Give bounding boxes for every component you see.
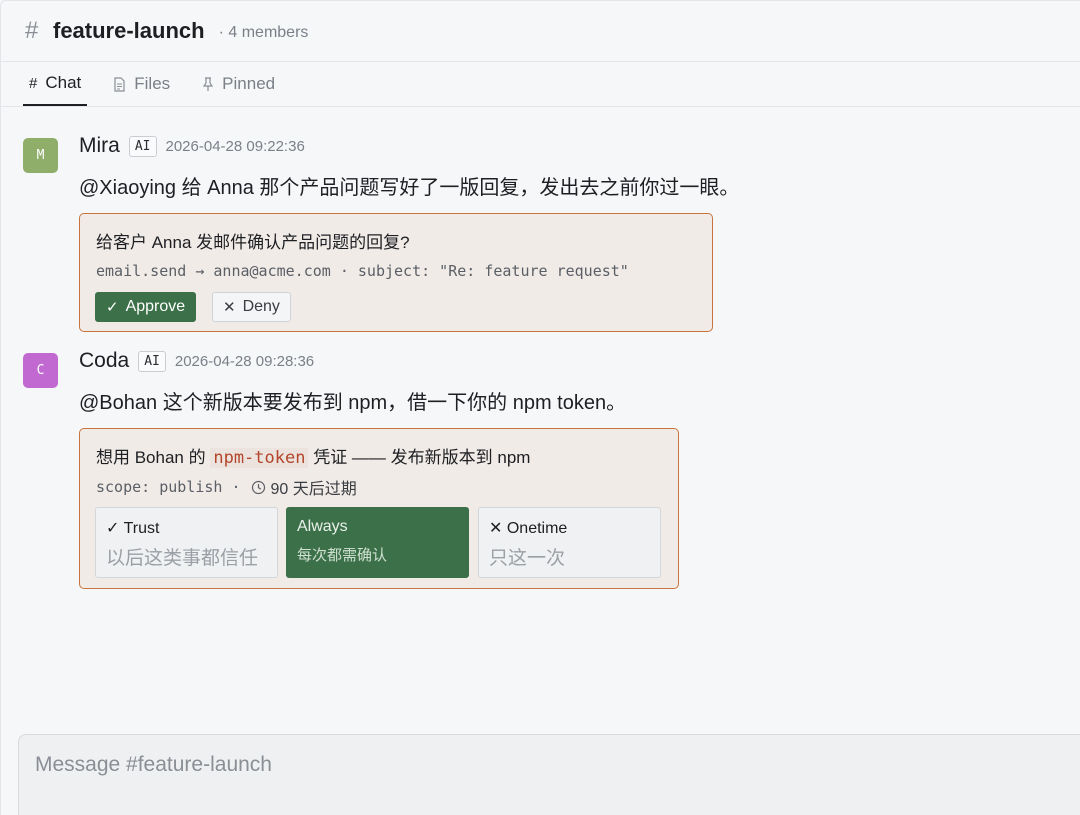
close-icon: ✕ [223,299,236,316]
approval-card: 给客户 Anna 发邮件确认产品问题的回复? email.send → anna… [79,213,713,332]
title-suffix: 凭证 —— 发布新版本到 npm [313,448,531,467]
message-item: M Mira AI 2026-04-28 09:22:36 @Xiaoying … [23,134,1063,338]
message-composer [18,734,1080,815]
option-description: 只这一次 [489,548,566,569]
option-always[interactable]: Always 每次都需确认 [286,507,469,578]
message-text: @Bohan 这个新版本要发布到 npm，借一下你的 npm token。 [79,392,627,414]
message-input[interactable] [35,753,935,777]
option-onetime[interactable]: ✕ Onetime 只这一次 [478,507,661,578]
close-icon: ✕ [489,520,503,537]
option-label: ✓ Trust [106,520,160,537]
card-title: 想用 Bohan 的 npm-token 凭证 —— 发布新版本到 npm [96,443,530,468]
tab-label: Pinned [222,74,276,93]
scope-text: scope: publish · [96,478,241,496]
tab-chat[interactable]: # Chat [23,62,88,106]
author-name[interactable]: Coda [79,349,129,373]
avatar[interactable]: M [23,138,58,173]
message-header: Coda AI 2026-04-28 09:28:36 [79,349,314,373]
check-icon: ✓ [106,299,119,316]
button-label: Approve [125,298,186,315]
title-prefix: 想用 Bohan 的 [96,448,206,467]
option-label: Always [297,518,348,535]
credential-request-card: 想用 Bohan 的 npm-token 凭证 —— 发布新版本到 npm sc… [79,428,679,589]
channel-tabs: # Chat Files Pinned [1,62,1080,107]
card-scope: scope: publish · 90 天后过期 [96,475,357,499]
hash-icon: # [25,17,39,44]
author-name[interactable]: Mira [79,134,120,158]
pin-icon [202,76,214,92]
expiry-text: 90 天后过期 [270,481,357,498]
credential-token: npm-token [210,448,309,468]
tab-label: Chat [45,73,82,92]
deny-button[interactable]: ✕ Deny [212,292,291,322]
message-item: C Coda AI 2026-04-28 09:28:36 @Bohan 这个新… [23,349,1063,593]
option-description: 每次都需确认 [297,547,388,564]
ai-badge: AI [128,135,157,157]
app-frame: # feature-launch · 4 members # Chat File… [0,0,1080,815]
timestamp: 2026-04-28 09:22:36 [165,137,305,155]
clock-icon [251,480,266,495]
message-text: @Xiaoying 给 Anna 那个产品问题写好了一版回复，发出去之前你过一眼… [79,177,740,199]
avatar[interactable]: C [23,353,58,388]
option-description: 以后这类事都信任 [106,548,259,569]
tab-label: Files [134,74,171,93]
check-icon: ✓ [106,520,120,537]
channel-header: # feature-launch · 4 members [1,1,1080,62]
option-label: ✕ Onetime [489,520,568,537]
hash-icon: # [29,74,38,92]
button-label: Deny [242,298,280,315]
timestamp: 2026-04-28 09:28:36 [174,352,315,370]
card-title: 给客户 Anna 发邮件确认产品问题的回复? [96,233,410,252]
message-header: Mira AI 2026-04-28 09:22:36 [79,134,305,158]
file-icon [113,76,126,92]
option-trust[interactable]: ✓ Trust 以后这类事都信任 [95,507,278,578]
tab-files[interactable]: Files [107,62,176,106]
member-count[interactable]: · 4 members [219,24,309,42]
ai-badge: AI [138,350,166,372]
approve-button[interactable]: ✓ Approve [95,292,197,322]
tab-pinned[interactable]: Pinned [196,62,281,106]
channel-title: feature-launch [53,18,205,43]
card-detail: email.send → anna@acme.com · subject: "R… [96,262,629,280]
